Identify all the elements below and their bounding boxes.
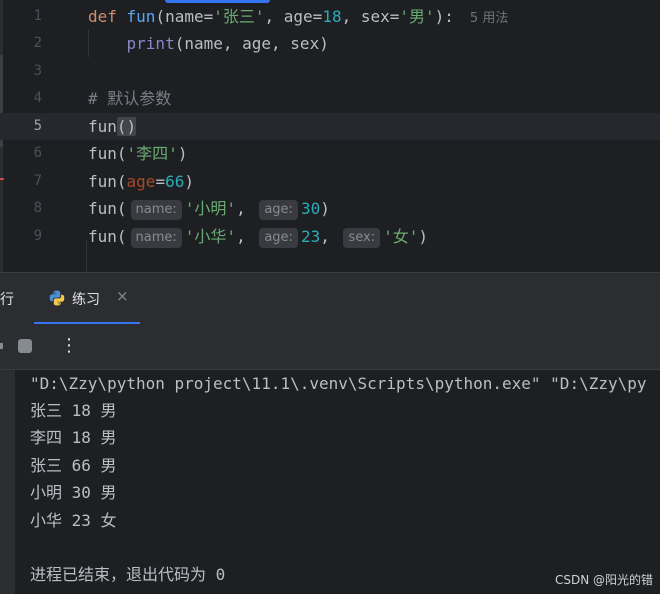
- console-output-line: 小明 30 男: [30, 483, 117, 502]
- code-text: print(name, age, sex): [88, 30, 329, 57]
- code-token: ): [320, 199, 330, 218]
- console-output-line: 小华 23 女: [30, 511, 117, 530]
- code-token: '小华': [184, 227, 237, 246]
- watermark: CSDN @阳光的错: [555, 573, 654, 587]
- line-number: 6: [33, 145, 42, 161]
- code-token: (name, age, sex): [174, 34, 329, 53]
- rerun-icon[interactable]: [0, 343, 3, 349]
- code-token: def: [88, 7, 127, 26]
- console-output-line: 张三 18 男: [30, 401, 117, 420]
- run-tabbar: 行 练习 ×: [0, 273, 660, 324]
- run-toolbar: ⋮: [0, 324, 660, 369]
- code-text: fun(): [88, 113, 137, 140]
- code-token: ,: [236, 227, 256, 246]
- stop-icon[interactable]: [18, 339, 32, 353]
- code-editor[interactable]: 1 def fun(name='张三', age=18, sex='男'): 5 用…: [0, 0, 660, 272]
- code-token: , age=: [264, 7, 323, 26]
- code-token: fun(: [88, 144, 127, 163]
- code-token: fun(: [88, 172, 127, 191]
- code-token: fun: [126, 7, 156, 26]
- python-icon: [49, 290, 65, 306]
- code-token: # 默认参数: [88, 89, 172, 108]
- code-text: fun(name: '小华', age: 23, sex: '女'): [88, 223, 428, 250]
- code-token: age: [126, 172, 156, 191]
- line-number: 3: [33, 63, 42, 79]
- console-gutter: [0, 370, 15, 594]
- code-text: fun(name: '小明', age: 30): [88, 195, 330, 222]
- code-token: ): [177, 144, 188, 163]
- code-line[interactable]: 5 fun(): [0, 113, 660, 140]
- code-token: fun(: [88, 227, 127, 246]
- code-line[interactable]: 1 def fun(name='张三', age=18, sex='男'): 5 用…: [0, 3, 660, 30]
- code-line[interactable]: 4 # 默认参数: [0, 85, 660, 112]
- close-icon[interactable]: ×: [116, 287, 129, 305]
- code-token: (name=: [155, 7, 214, 26]
- code-text: def fun(name='张三', age=18, sex='男'): 5 用法: [88, 3, 508, 32]
- code-token: ,: [320, 227, 340, 246]
- code-token: '小明': [184, 199, 237, 218]
- code-token: '李四': [126, 144, 178, 163]
- code-token: print: [126, 34, 175, 53]
- code-token: =: [155, 172, 166, 191]
- line-number: 2: [33, 35, 42, 51]
- line-number: 9: [33, 228, 42, 244]
- console-command-line: "D:\Zzy\python project\11.1\.venv\Script…: [30, 374, 647, 393]
- code-token: ,: [236, 199, 256, 218]
- code-text: fun(age=66): [88, 168, 194, 195]
- code-token: 18: [322, 7, 342, 26]
- code-token: '男': [399, 7, 435, 26]
- code-token: fun(: [88, 199, 127, 218]
- line-number: 7: [33, 173, 42, 189]
- code-token: '张三': [213, 7, 265, 26]
- console-output-line: 张三 66 男: [30, 456, 117, 475]
- parameter-hint: age:: [259, 200, 298, 220]
- console-output-line: 李四 18 男: [30, 428, 117, 447]
- code-token: fun: [88, 117, 117, 136]
- code-line[interactable]: 6 fun('李四'): [0, 140, 660, 167]
- line-number: 8: [33, 200, 42, 216]
- tab-run-config[interactable]: 练习 ×: [34, 273, 140, 324]
- code-line[interactable]: 2 print(name, age, sex): [0, 30, 660, 57]
- usages-hint[interactable]: 5 用法: [470, 11, 508, 26]
- line-number: 1: [33, 8, 42, 24]
- line-number: 5: [33, 118, 42, 134]
- more-options-icon[interactable]: ⋮: [60, 332, 78, 360]
- code-text: fun('李四'): [88, 140, 187, 167]
- console-exit-message: 进程已结束，退出代码为 0: [30, 565, 226, 584]
- tab-label: 练习: [72, 292, 100, 308]
- code-token: ):: [434, 7, 454, 26]
- code-token: , sex=: [341, 7, 400, 26]
- parameter-hint: age:: [259, 228, 298, 248]
- parameter-hint: name:: [130, 200, 182, 220]
- code-token: 30: [300, 199, 321, 218]
- code-token: 23: [300, 227, 321, 246]
- parameter-hint: name:: [130, 228, 182, 248]
- code-line[interactable]: 3: [0, 58, 660, 85]
- code-token: ): [418, 227, 429, 246]
- code-line[interactable]: 9 fun(name: '小华', age: 23, sex: '女'): [0, 223, 660, 250]
- indent-guide-end: [86, 240, 87, 272]
- console-output[interactable]: "D:\Zzy\python project\11.1\.venv\Script…: [0, 370, 660, 594]
- parameter-hint: sex:: [343, 228, 381, 248]
- code-token: 66: [165, 172, 185, 191]
- run-window-title: 行: [0, 292, 14, 308]
- line-number: 4: [33, 90, 42, 106]
- code-text: # 默认参数: [88, 85, 171, 112]
- matched-parentheses: (): [116, 117, 137, 136]
- code-token: ): [184, 172, 194, 191]
- ide-window: 1 def fun(name='张三', age=18, sex='男'): 5 用…: [0, 0, 660, 594]
- code-line[interactable]: 8 fun(name: '小明', age: 30): [0, 195, 660, 222]
- code-line[interactable]: 7 fun(age=66): [0, 168, 660, 195]
- code-token: '女': [383, 227, 419, 246]
